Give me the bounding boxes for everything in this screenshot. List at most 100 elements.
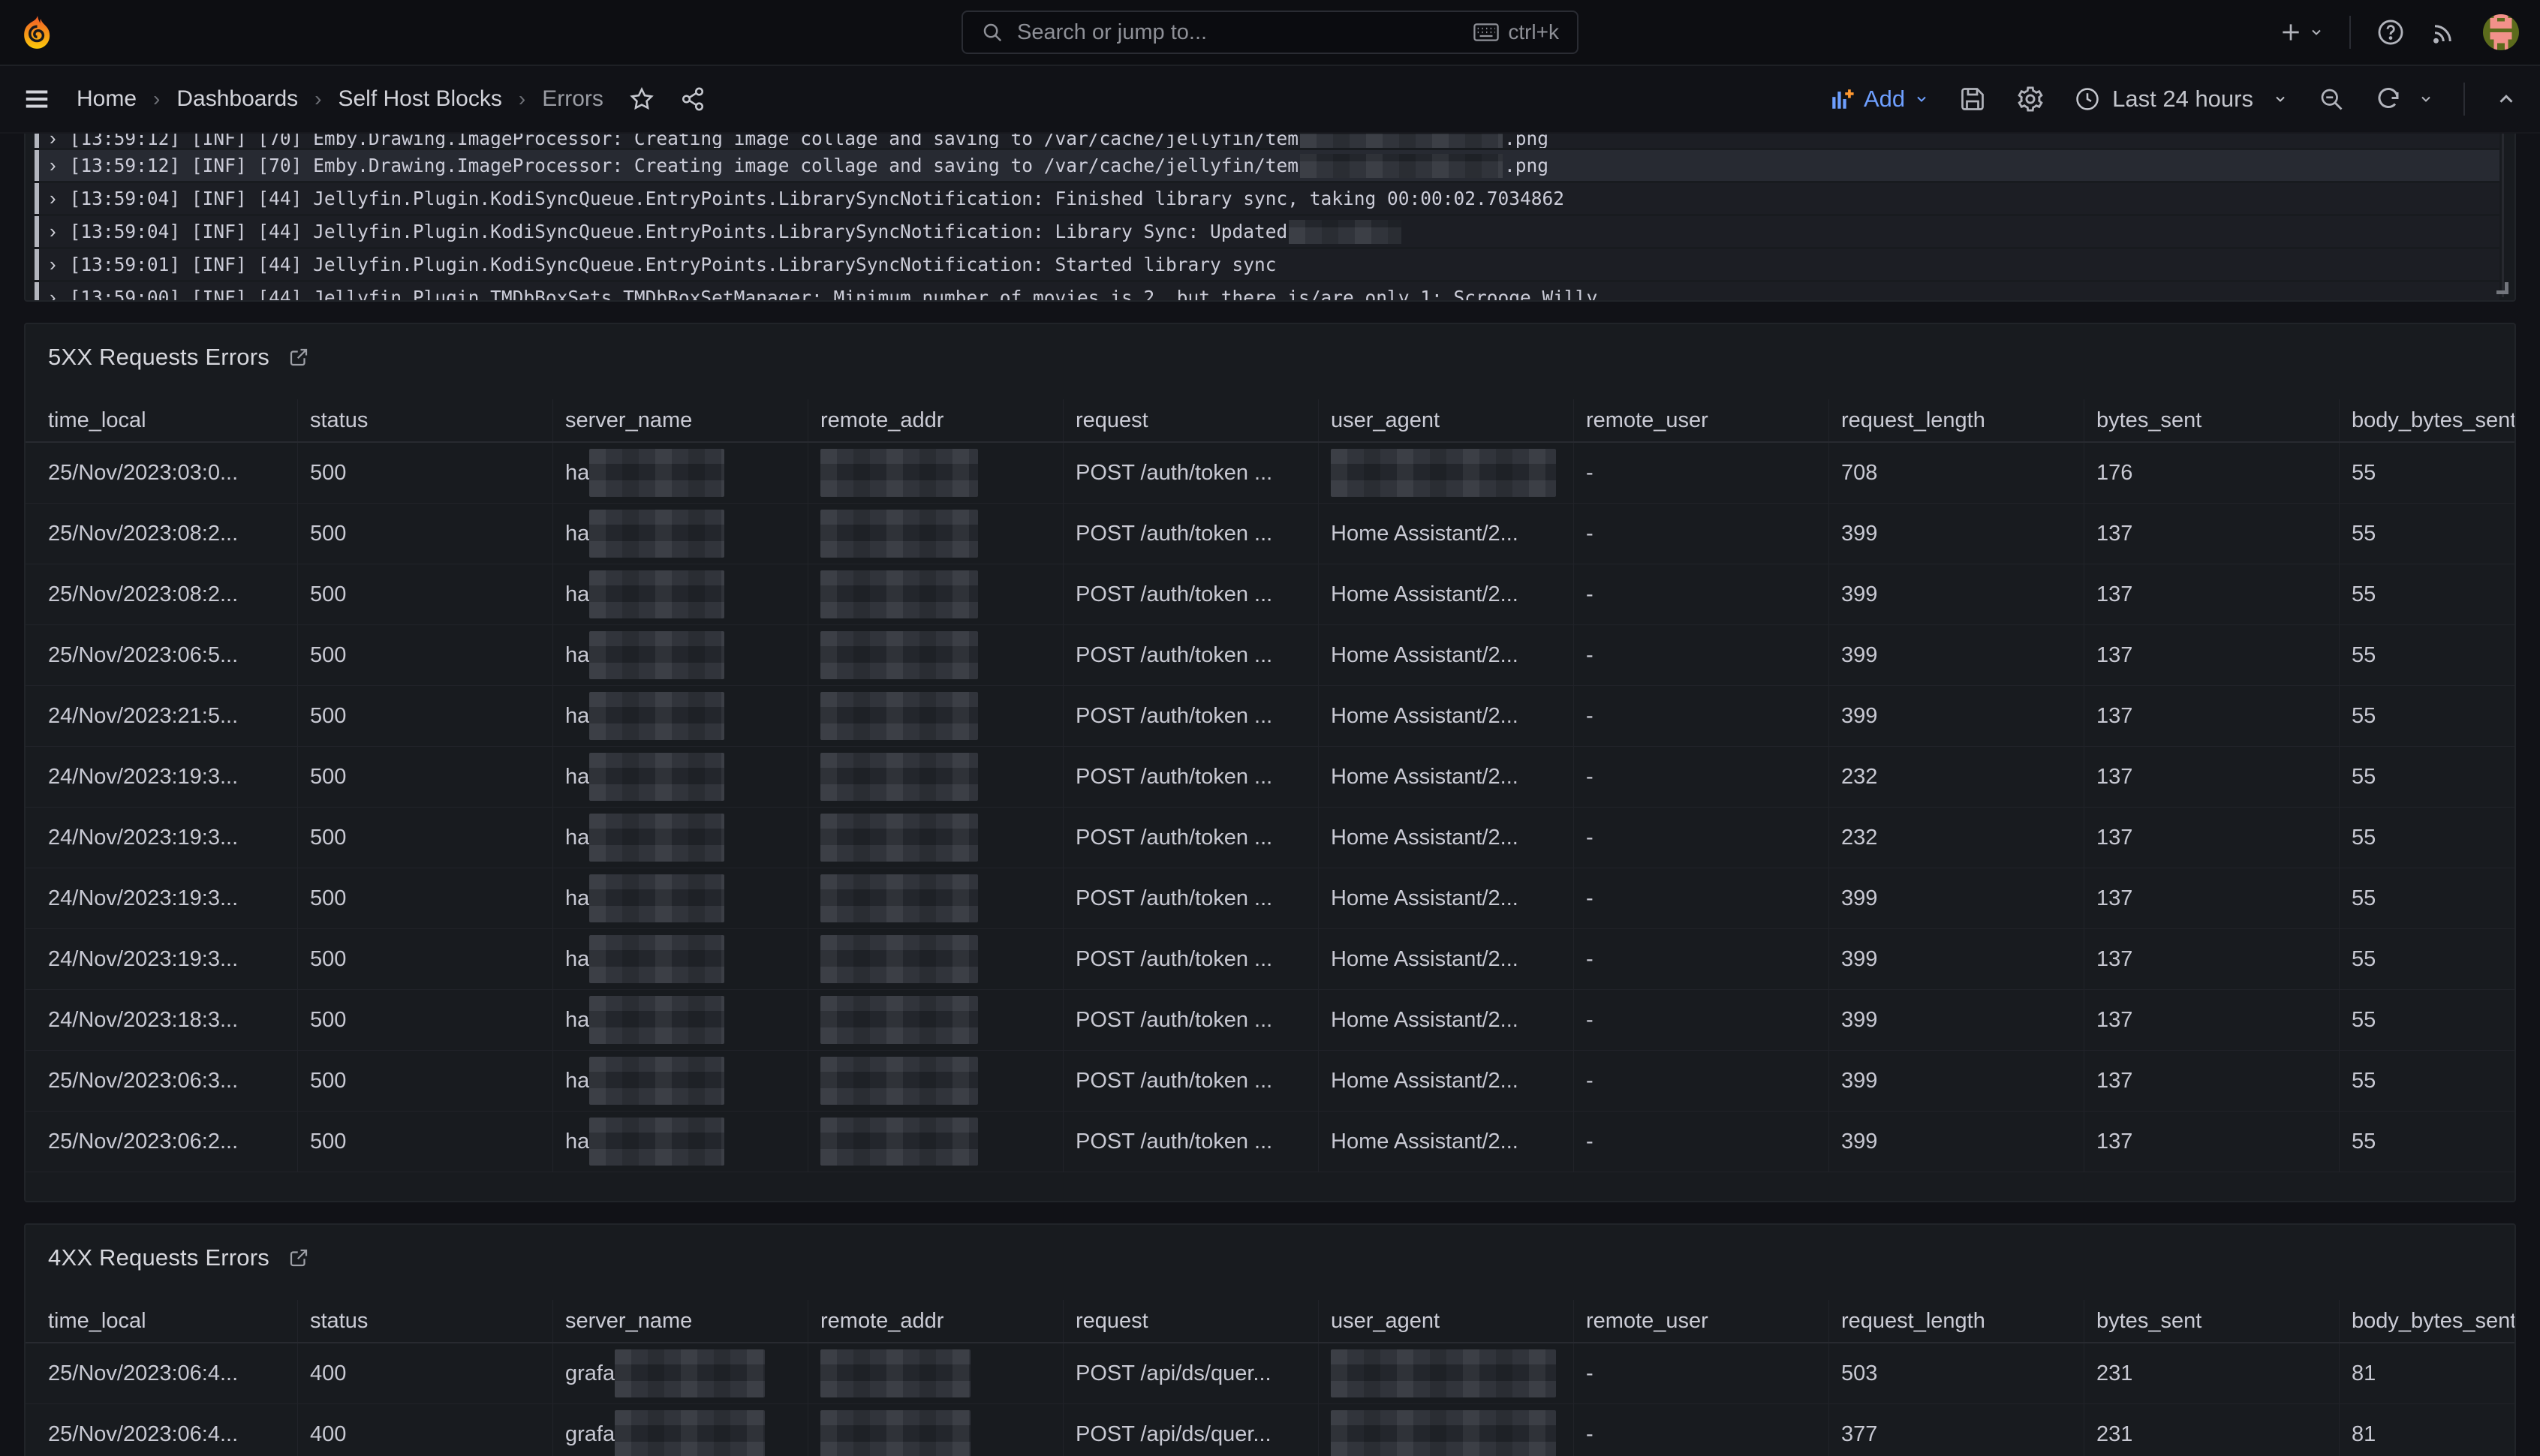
- cell-request_length: 399: [1828, 1051, 2084, 1111]
- table-row: 24/Nov/2023:19:3...500haPOST /auth/token…: [26, 808, 2514, 868]
- share-button[interactable]: [680, 86, 706, 112]
- cell-request_length: 232: [1828, 747, 2084, 807]
- column-header-body_bytes_sent[interactable]: body_bytes_sent: [2339, 1300, 2514, 1342]
- cell-request_length: 708: [1828, 443, 2084, 503]
- redacted-text: [589, 692, 724, 740]
- log-row[interactable]: ›[13:59:04] [INF] [44] Jellyfin.Plugin.K…: [35, 216, 2499, 247]
- cell-status: 400: [297, 1404, 552, 1456]
- time-range-picker[interactable]: Last 24 hours: [2075, 86, 2288, 113]
- log-scrollbar[interactable]: [2502, 134, 2504, 297]
- log-row[interactable]: ›[13:59:00] [INF] [44] Jellyfin.Plugin.T…: [35, 282, 2499, 302]
- save-dashboard-button[interactable]: [1959, 86, 1986, 113]
- expand-chevron-icon[interactable]: ›: [50, 253, 56, 276]
- column-header-remote_addr[interactable]: remote_addr: [808, 399, 1063, 441]
- cell-server_name: ha: [552, 443, 808, 503]
- redacted-text: [589, 510, 724, 558]
- column-header-time_local[interactable]: time_local: [26, 399, 297, 441]
- cell-remote_user: -: [1573, 929, 1828, 989]
- cell-user_agent: Home Assistant/2...: [1318, 625, 1573, 685]
- expand-chevron-icon[interactable]: ›: [50, 134, 56, 148]
- log-message: [13:59:12] [INF] [70] Emby.Drawing.Image…: [70, 154, 1548, 178]
- table-row: 25/Nov/2023:06:5...500haPOST /auth/token…: [26, 625, 2514, 686]
- redacted-text: [820, 510, 978, 558]
- cell-time_local: 24/Nov/2023:19:3...: [26, 747, 297, 807]
- table-body: 25/Nov/2023:03:0...500haPOST /auth/token…: [26, 443, 2514, 1172]
- expand-chevron-icon[interactable]: ›: [50, 286, 56, 302]
- column-header-time_local[interactable]: time_local: [26, 1300, 297, 1342]
- cell-remote_addr: [808, 747, 1063, 807]
- column-header-remote_user[interactable]: remote_user: [1573, 399, 1828, 441]
- log-row[interactable]: ›[13:59:12] [INF] [70] Emby.Drawing.Imag…: [35, 134, 2499, 148]
- user-avatar[interactable]: [2483, 14, 2519, 50]
- mega-menu-button[interactable]: [23, 85, 51, 113]
- news-button[interactable]: [2430, 19, 2457, 46]
- external-link-icon[interactable]: [287, 346, 310, 369]
- redacted-text: [589, 935, 724, 983]
- column-header-server_name[interactable]: server_name: [552, 1300, 808, 1342]
- cell-bytes_sent: 137: [2084, 808, 2339, 868]
- column-header-status[interactable]: status: [297, 1300, 552, 1342]
- redacted-text: [820, 1410, 971, 1456]
- table-row: 25/Nov/2023:03:0...500haPOST /auth/token…: [26, 443, 2514, 504]
- cell-request: POST /auth/token ...: [1063, 625, 1318, 685]
- log-row[interactable]: › [13:59:01] [INF] [44] Jellyfin.Plugin.K…: [35, 249, 2499, 280]
- table-header: time_localstatusserver_nameremote_addrre…: [26, 399, 2514, 443]
- refresh-button[interactable]: [2375, 86, 2433, 113]
- cell-time_local: 24/Nov/2023:19:3...: [26, 868, 297, 928]
- add-panel-button[interactable]: Add: [1829, 86, 1929, 113]
- expand-chevron-icon[interactable]: ›: [50, 187, 56, 210]
- cell-status: 500: [297, 868, 552, 928]
- cell-user_agent: Home Assistant/2...: [1318, 1112, 1573, 1172]
- cell-status: 500: [297, 990, 552, 1050]
- dashboard-settings-button[interactable]: [2016, 85, 2045, 113]
- panel-5xx: 5XX Requests Errors time_localstatusserv…: [24, 323, 2516, 1202]
- column-header-request[interactable]: request: [1063, 399, 1318, 441]
- redacted-text: [820, 874, 978, 922]
- cell-server_name: ha: [552, 686, 808, 746]
- table-row: 25/Nov/2023:06:4...400grafaPOST /api/ds/…: [26, 1343, 2514, 1404]
- cell-bytes_sent: 137: [2084, 686, 2339, 746]
- favorite-button[interactable]: [629, 86, 655, 112]
- cell-request_length: 399: [1828, 990, 2084, 1050]
- column-header-status[interactable]: status: [297, 399, 552, 441]
- table-row: 24/Nov/2023:21:5...500haPOST /auth/token…: [26, 686, 2514, 747]
- panel-resize-handle[interactable]: [2496, 282, 2508, 294]
- log-row[interactable]: ›[13:59:04] [INF] [44] Jellyfin.Plugin.K…: [35, 183, 2499, 214]
- redacted-text: [820, 570, 978, 618]
- column-header-request_length[interactable]: request_length: [1828, 399, 2084, 441]
- help-button[interactable]: [2376, 18, 2405, 47]
- cell-user_agent: [1318, 1404, 1573, 1456]
- redacted-text: [820, 449, 978, 497]
- column-header-bytes_sent[interactable]: bytes_sent: [2084, 399, 2339, 441]
- grafana-logo[interactable]: [21, 15, 53, 50]
- column-header-remote_user[interactable]: remote_user: [1573, 1300, 1828, 1342]
- column-header-body_bytes_sent[interactable]: body_bytes_sent: [2339, 399, 2514, 441]
- expand-chevron-icon[interactable]: ›: [50, 220, 56, 243]
- log-message: [13:59:01] [INF] [44] Jellyfin.Plugin.Ko…: [70, 254, 1277, 275]
- cell-server_name: ha: [552, 1051, 808, 1111]
- log-row[interactable]: › [13:59:12] [INF] [70] Emby.Drawing.Imag…: [35, 150, 2499, 181]
- redacted-text: [589, 814, 724, 862]
- column-header-bytes_sent[interactable]: bytes_sent: [2084, 1300, 2339, 1342]
- expand-chevron-icon[interactable]: ›: [50, 154, 56, 177]
- column-header-remote_addr[interactable]: remote_addr: [808, 1300, 1063, 1342]
- zoom-out-button[interactable]: [2318, 86, 2345, 113]
- cell-body_bytes_sent: 55: [2339, 868, 2514, 928]
- external-link-icon[interactable]: [287, 1247, 310, 1269]
- breadcrumb-item[interactable]: Dashboards: [176, 86, 298, 112]
- column-header-server_name[interactable]: server_name: [552, 399, 808, 441]
- breadcrumb-item[interactable]: Home: [77, 86, 137, 112]
- column-header-user_agent[interactable]: user_agent: [1318, 1300, 1573, 1342]
- cell-body_bytes_sent: 55: [2339, 808, 2514, 868]
- cell-request_length: 399: [1828, 868, 2084, 928]
- column-header-user_agent[interactable]: user_agent: [1318, 399, 1573, 441]
- breadcrumb-item[interactable]: Errors: [542, 86, 603, 112]
- search-input[interactable]: Search or jump to... ctrl+k: [962, 11, 1578, 54]
- column-header-request_length[interactable]: request_length: [1828, 1300, 2084, 1342]
- column-header-request[interactable]: request: [1063, 1300, 1318, 1342]
- collapse-topbar-button[interactable]: [2495, 88, 2517, 110]
- table-header: time_localstatusserver_nameremote_addrre…: [26, 1300, 2514, 1343]
- cell-bytes_sent: 137: [2084, 564, 2339, 624]
- breadcrumb-item[interactable]: Self Host Blocks: [338, 86, 501, 112]
- new-menu-button[interactable]: [2279, 20, 2324, 44]
